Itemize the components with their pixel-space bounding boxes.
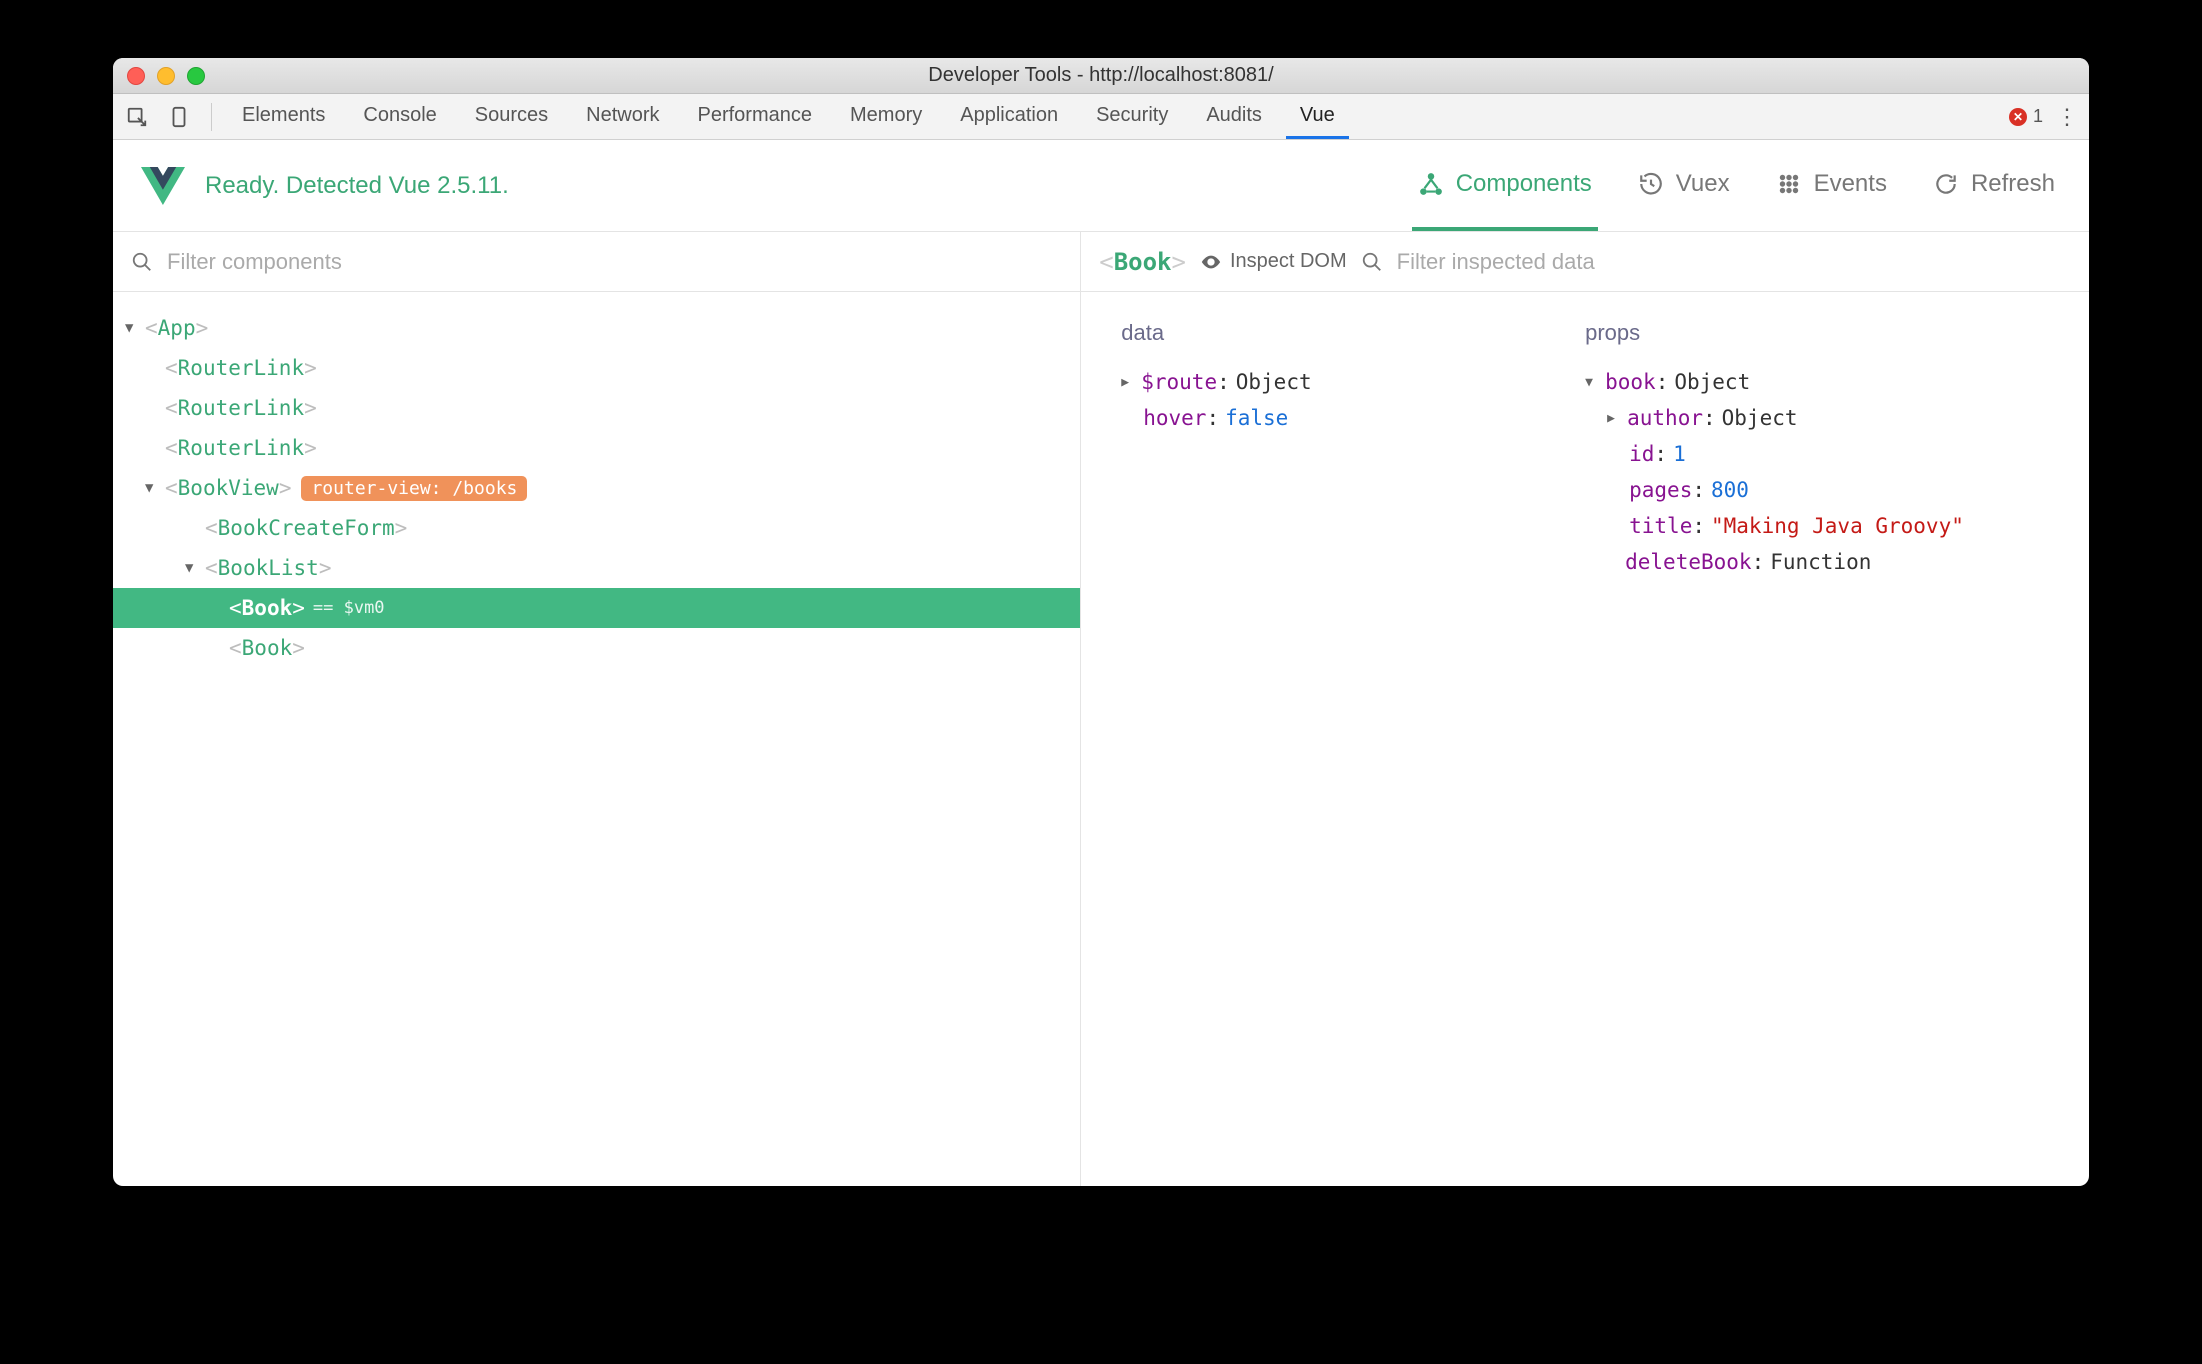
devtools-tabstrip: Elements Console Sources Network Perform… bbox=[113, 94, 2089, 140]
vue-status-text: Ready. Detected Vue 2.5.11. bbox=[205, 172, 509, 200]
prop-row[interactable]: title: "Making Java Groovy" bbox=[1585, 508, 2049, 544]
tab-elements[interactable]: Elements bbox=[228, 94, 339, 139]
eye-icon bbox=[1200, 251, 1222, 273]
prop-row[interactable]: pages: 800 bbox=[1585, 472, 2049, 508]
tree-node-book[interactable]: <Book> bbox=[113, 628, 1080, 668]
filter-row: <Book> Inspect DOM bbox=[113, 232, 2089, 292]
error-count: 1 bbox=[2033, 106, 2043, 127]
vue-tab-label: Events bbox=[1814, 170, 1887, 198]
tree-node-bookcreateform[interactable]: <BookCreateForm> bbox=[113, 508, 1080, 548]
inspector-props-section: props ▼ book: Object ▶ author: Object id… bbox=[1585, 320, 2049, 1158]
zoom-window-button[interactable] bbox=[187, 67, 205, 85]
tab-vue[interactable]: Vue bbox=[1286, 94, 1349, 139]
inspect-element-icon[interactable] bbox=[121, 101, 153, 133]
history-icon bbox=[1638, 171, 1664, 197]
vue-tab-label: Components bbox=[1456, 170, 1592, 198]
prop-row[interactable]: hover: false bbox=[1121, 400, 1585, 436]
close-window-button[interactable] bbox=[127, 67, 145, 85]
error-indicator[interactable]: ✕ 1 bbox=[2009, 106, 2043, 127]
filter-inspected-input[interactable] bbox=[1397, 249, 2071, 275]
data-section-title: data bbox=[1121, 320, 1585, 346]
tab-sources[interactable]: Sources bbox=[461, 94, 562, 139]
vue-tab-vuex[interactable]: Vuex bbox=[1632, 140, 1736, 231]
vue-tab-label: Refresh bbox=[1971, 170, 2055, 198]
tab-console[interactable]: Console bbox=[349, 94, 450, 139]
vue-toolbar: Ready. Detected Vue 2.5.11. Components V… bbox=[113, 140, 2089, 232]
props-section-title: props bbox=[1585, 320, 2049, 346]
window-title: Developer Tools - http://localhost:8081/ bbox=[113, 64, 2089, 87]
router-view-badge: router-view: /books bbox=[301, 476, 527, 501]
vue-tab-events[interactable]: Events bbox=[1770, 140, 1893, 231]
filter-components-input[interactable] bbox=[167, 249, 1062, 275]
tree-node-book-selected[interactable]: <Book> == $vm0 bbox=[113, 588, 1080, 628]
error-badge-icon: ✕ bbox=[2009, 108, 2027, 126]
tree-node-routerlink[interactable]: <RouterLink> bbox=[113, 388, 1080, 428]
component-tree: ▼ <App> <RouterLink> <RouterLink> <Route… bbox=[113, 292, 1081, 1186]
caret-right-icon: ▶ bbox=[1607, 411, 1625, 426]
titlebar: Developer Tools - http://localhost:8081/ bbox=[113, 58, 2089, 94]
device-toolbar-icon[interactable] bbox=[163, 101, 195, 133]
inspect-dom-button[interactable]: Inspect DOM bbox=[1200, 250, 1347, 273]
traffic-lights bbox=[127, 67, 205, 85]
prop-row[interactable]: ▼ book: Object bbox=[1585, 364, 2049, 400]
prop-row[interactable]: id: 1 bbox=[1585, 436, 2049, 472]
refresh-icon bbox=[1933, 171, 1959, 197]
tab-memory[interactable]: Memory bbox=[836, 94, 936, 139]
inspector-pane: data ▶ $route: Object hover: false props… bbox=[1081, 292, 2089, 1186]
vue-tab-components[interactable]: Components bbox=[1412, 140, 1598, 231]
caret-down-icon: ▼ bbox=[145, 480, 161, 496]
caret-right-icon: ▶ bbox=[1121, 375, 1139, 390]
tab-performance[interactable]: Performance bbox=[684, 94, 827, 139]
inspect-dom-label: Inspect DOM bbox=[1230, 250, 1347, 273]
devtools-window: Developer Tools - http://localhost:8081/… bbox=[113, 58, 2089, 1186]
vue-logo-icon bbox=[141, 164, 185, 208]
caret-down-icon: ▼ bbox=[185, 560, 201, 576]
prop-row[interactable]: ▶ author: Object bbox=[1585, 400, 2049, 436]
search-icon bbox=[131, 251, 153, 273]
tab-application[interactable]: Application bbox=[946, 94, 1072, 139]
tree-node-routerlink[interactable]: <RouterLink> bbox=[113, 348, 1080, 388]
vue-tab-label: Vuex bbox=[1676, 170, 1730, 198]
divider bbox=[211, 103, 212, 131]
tree-node-routerlink[interactable]: <RouterLink> bbox=[113, 428, 1080, 468]
inspector-data-section: data ▶ $route: Object hover: false bbox=[1121, 320, 1585, 1158]
tab-network[interactable]: Network bbox=[572, 94, 673, 139]
tab-security[interactable]: Security bbox=[1082, 94, 1182, 139]
components-icon bbox=[1418, 171, 1444, 197]
more-menu-icon[interactable]: ⋮ bbox=[2053, 104, 2081, 130]
tree-node-booklist[interactable]: ▼ <BookList> bbox=[113, 548, 1080, 588]
vue-tab-refresh[interactable]: Refresh bbox=[1927, 140, 2061, 231]
grid-icon bbox=[1776, 171, 1802, 197]
prop-row[interactable]: ▶ $route: Object bbox=[1121, 364, 1585, 400]
minimize-window-button[interactable] bbox=[157, 67, 175, 85]
prop-row[interactable]: deleteBook: Function bbox=[1585, 544, 2049, 580]
tree-node-app[interactable]: ▼ <App> bbox=[113, 308, 1080, 348]
tree-node-bookview[interactable]: ▼ <BookView> router-view: /books bbox=[113, 468, 1080, 508]
tab-audits[interactable]: Audits bbox=[1192, 94, 1276, 139]
search-icon bbox=[1361, 251, 1383, 273]
selected-component-label: <Book> bbox=[1099, 248, 1186, 276]
caret-down-icon: ▼ bbox=[125, 320, 141, 336]
caret-down-icon: ▼ bbox=[1585, 375, 1603, 390]
vm-reference-label: == $vm0 bbox=[313, 598, 385, 618]
